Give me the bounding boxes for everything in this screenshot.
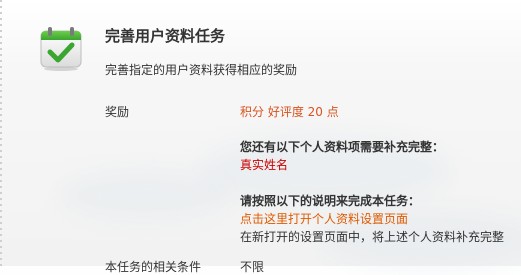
task-title: 完善用户资料任务	[105, 27, 226, 45]
required-field-item: 真实姓名	[240, 158, 289, 172]
partial-row-label: 本任务的相关条件	[105, 260, 202, 274]
partial-row-value: 不限	[240, 260, 265, 274]
task-description: 完善指定的用户资料获得相应的奖励	[105, 63, 298, 77]
reward-label: 奖励	[105, 105, 130, 119]
requirements-title: 您还有以下个人资料项需要补充完整：	[240, 140, 445, 154]
reward-value: 积分 好评度 20 点	[240, 105, 339, 119]
open-profile-settings-link[interactable]: 点击这里打开个人资料设置页面	[240, 210, 408, 227]
instructions-title: 请按照以下的说明来完成本任务：	[240, 194, 421, 208]
left-dotted-border	[0, 0, 2, 266]
checked-calendar-icon	[38, 25, 84, 71]
background-cloud	[60, 170, 230, 220]
instructions-note: 在新打开的设置页面中，将上述个人资料补充完整	[240, 230, 505, 244]
